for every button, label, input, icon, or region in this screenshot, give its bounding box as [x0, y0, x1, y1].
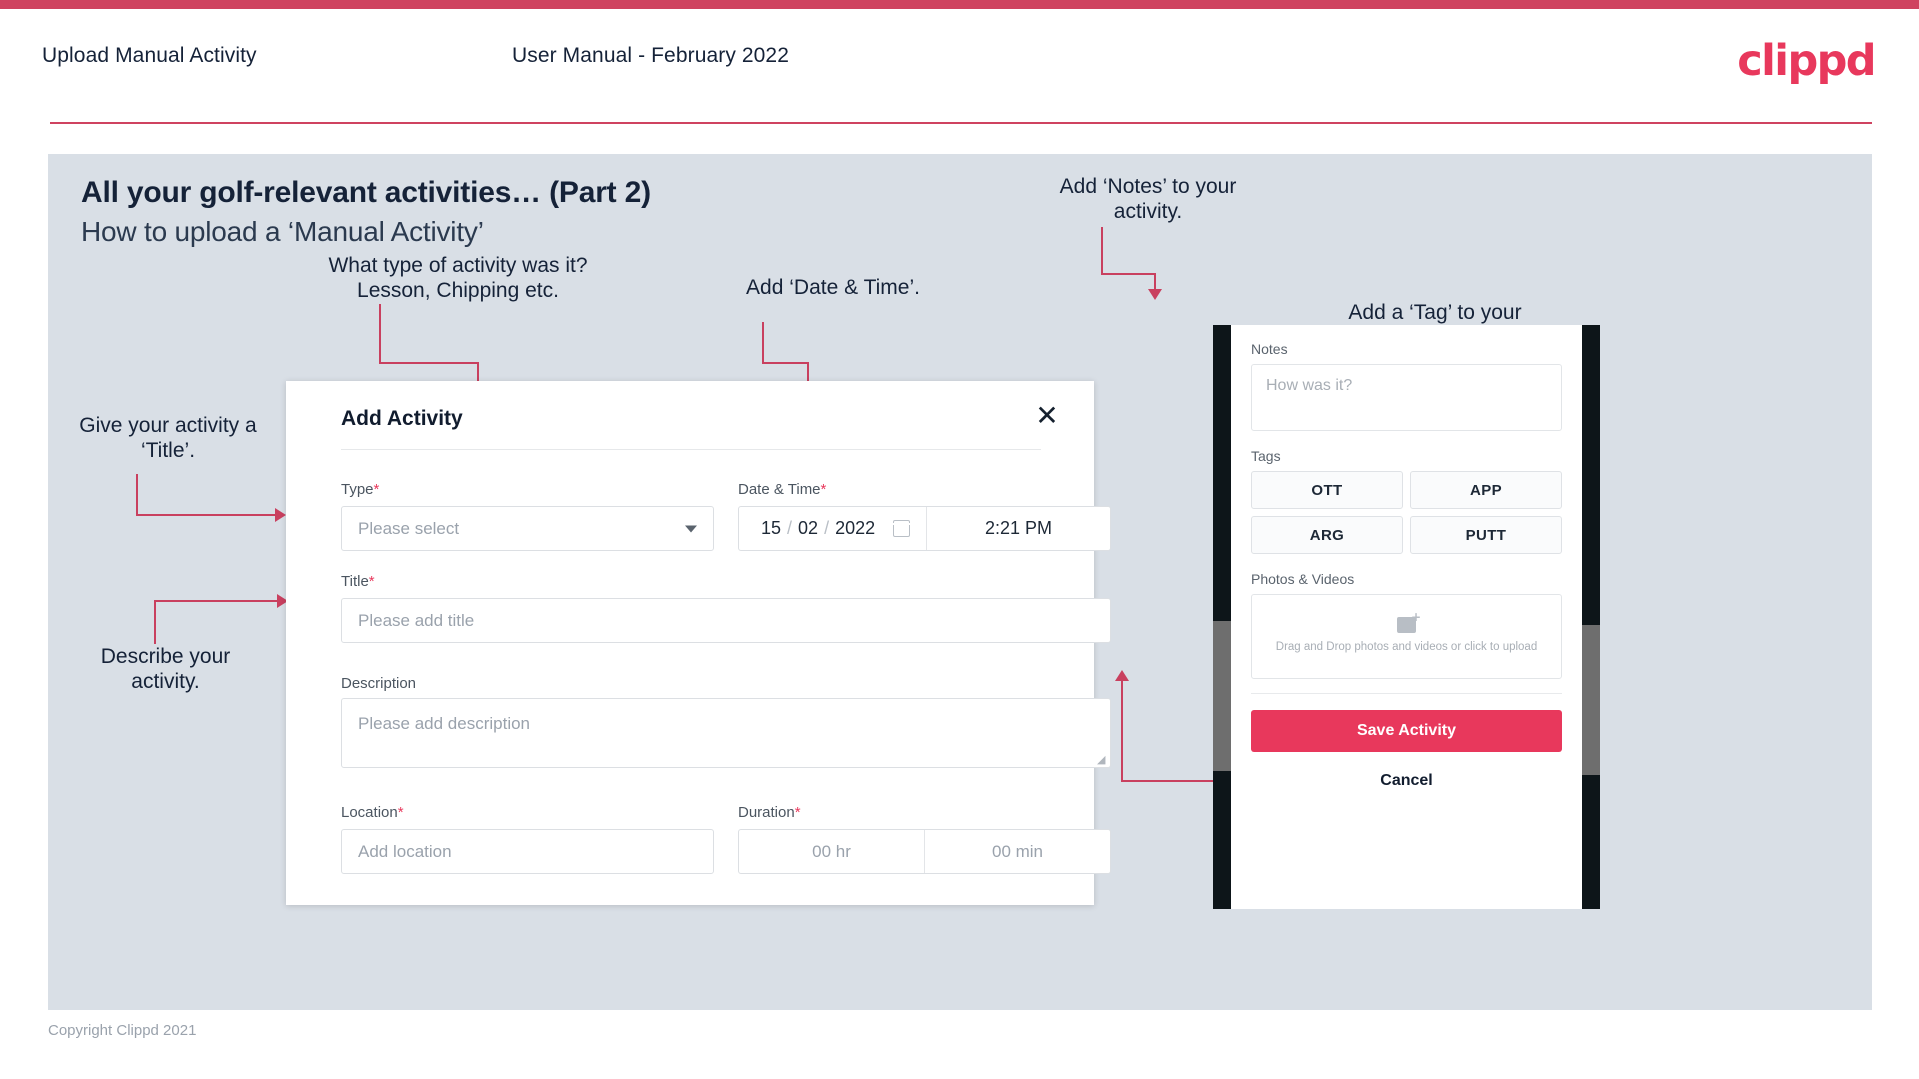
duration-required-asterisk: * — [794, 804, 801, 821]
slide-subtitle: How to upload a ‘Manual Activity’ — [81, 216, 484, 247]
description-label-text: Description — [341, 675, 417, 692]
location-required-asterisk: * — [397, 804, 404, 821]
header-subtitle: User Manual - February 2022 — [512, 44, 789, 67]
header-divider — [50, 122, 1872, 124]
modal-header: Add Activity ✕ — [286, 381, 1094, 449]
date-year: 2022 — [835, 518, 876, 538]
arrow-dt-seg1 — [762, 322, 764, 364]
description-placeholder: Please add description — [358, 714, 531, 733]
date-day: 15 — [761, 518, 782, 538]
type-label: Type* — [341, 481, 379, 498]
header-title: Upload Manual Activity — [42, 44, 257, 67]
media-dropzone[interactable]: Drag and Drop photos and videos or click… — [1251, 594, 1562, 679]
modal-title: Add Activity — [341, 407, 463, 430]
title-input[interactable]: Please add title — [341, 598, 1111, 643]
resize-grip-icon[interactable]: ◢ — [1097, 755, 1107, 766]
tags-label: Tags — [1251, 448, 1281, 464]
annotation-notes: Add ‘Notes’ to your activity. — [1059, 175, 1237, 223]
notes-label: Notes — [1251, 341, 1288, 357]
tags-grid: OTT APP ARG PUTT — [1251, 471, 1562, 554]
title-placeholder: Please add title — [358, 610, 475, 630]
phone-power-button-right — [1582, 625, 1600, 775]
phone-volume-button-left — [1213, 621, 1231, 771]
description-textarea[interactable]: Please add description ◢ — [341, 698, 1111, 768]
location-placeholder: Add location — [358, 841, 452, 861]
close-icon[interactable]: ✕ — [1030, 399, 1064, 433]
type-required-asterisk: * — [373, 481, 380, 498]
arrow-save-seg2 — [1121, 681, 1123, 782]
annotation-datetime: Add ‘Date & Time’. — [746, 276, 920, 299]
tag-putt[interactable]: PUTT — [1410, 516, 1562, 554]
arrow-desc-seg1 — [154, 600, 156, 644]
arrow-notes-seg1 — [1101, 227, 1103, 275]
arrow-title-head — [275, 508, 286, 522]
media-divider — [1251, 693, 1562, 694]
phone-bezel-right — [1582, 325, 1600, 909]
time-input[interactable]: 2:21 PM — [927, 507, 1110, 550]
arrow-desc-seg2 — [154, 600, 278, 602]
tag-ott[interactable]: OTT — [1251, 471, 1403, 509]
phone-mockup: Notes How was it? Tags OTT APP ARG PUTT … — [1213, 325, 1600, 909]
duration-label-text: Duration — [738, 804, 795, 821]
arrow-dt-seg2 — [762, 362, 809, 364]
duration-hours-input[interactable]: 00 hr — [739, 830, 924, 873]
title-label-text: Title — [341, 573, 369, 590]
location-label-text: Location — [341, 804, 398, 821]
arrow-notes-seg3 — [1154, 273, 1156, 290]
duration-field[interactable]: 00 hr 00 min — [738, 829, 1111, 874]
calendar-icon[interactable] — [892, 520, 911, 537]
location-label: Location* — [341, 804, 404, 821]
annotation-description: Describe your activity. — [100, 645, 231, 693]
save-activity-button[interactable]: Save Activity — [1251, 710, 1562, 752]
phone-bezel-left — [1213, 325, 1231, 909]
arrow-title-seg1 — [136, 474, 138, 516]
arrow-type-seg2 — [379, 362, 479, 364]
arrow-notes-head — [1148, 289, 1162, 300]
dropzone-text: Drag and Drop photos and videos or click… — [1275, 641, 1538, 654]
type-placeholder: Please select — [358, 518, 460, 538]
annotation-type: What type of activity was it? Lesson, Ch… — [328, 254, 588, 302]
description-label: Description — [341, 675, 416, 692]
phone-screen: Notes How was it? Tags OTT APP ARG PUTT … — [1231, 325, 1582, 909]
cancel-button[interactable]: Cancel — [1251, 772, 1562, 790]
datetime-field[interactable]: 15 / 02 / 2022 2:21 PM — [738, 506, 1111, 551]
date-month: 02 — [798, 518, 819, 538]
annotation-title: Give your activity a ‘Title’. — [79, 414, 257, 462]
slide-title: All your golf-relevant activities… (Part… — [81, 176, 651, 209]
datetime-label-text: Date & Time — [738, 481, 821, 498]
datetime-label: Date & Time* — [738, 481, 826, 498]
date-sep-1: / — [787, 518, 793, 538]
modal-divider — [341, 449, 1041, 450]
phone-button-left-lower — [1213, 771, 1231, 831]
slide-root: Upload Manual Activity User Manual - Feb… — [0, 0, 1919, 1079]
chevron-down-icon — [685, 525, 697, 532]
top-accent-bar — [0, 0, 1919, 9]
duration-minutes-input[interactable]: 00 min — [924, 830, 1110, 873]
notes-placeholder: How was it? — [1266, 377, 1353, 394]
clippd-logo: clippd — [1737, 36, 1876, 86]
phone-button-right-lower — [1582, 775, 1600, 835]
title-label: Title* — [341, 573, 375, 590]
date-input[interactable]: 15 / 02 / 2022 — [739, 507, 927, 550]
arrow-notes-seg2 — [1101, 273, 1156, 275]
add-activity-modal: Add Activity ✕ Type* Please select Date … — [286, 381, 1111, 905]
tag-arg[interactable]: ARG — [1251, 516, 1403, 554]
type-label-text: Type — [341, 481, 374, 498]
type-select[interactable]: Please select — [341, 506, 714, 551]
duration-label: Duration* — [738, 804, 801, 821]
title-required-asterisk: * — [368, 573, 375, 590]
add-image-icon — [1397, 610, 1421, 634]
notes-textarea[interactable]: How was it? — [1251, 364, 1562, 431]
arrow-save-head — [1115, 670, 1129, 681]
tag-app[interactable]: APP — [1410, 471, 1562, 509]
location-input[interactable]: Add location — [341, 829, 714, 874]
datetime-required-asterisk: * — [820, 481, 827, 498]
footer-copyright: Copyright Clippd 2021 — [48, 1022, 197, 1039]
media-label: Photos & Videos — [1251, 571, 1355, 587]
date-sep-2: / — [824, 518, 830, 538]
arrow-title-seg2 — [136, 514, 276, 516]
arrow-type-seg1 — [379, 304, 381, 364]
